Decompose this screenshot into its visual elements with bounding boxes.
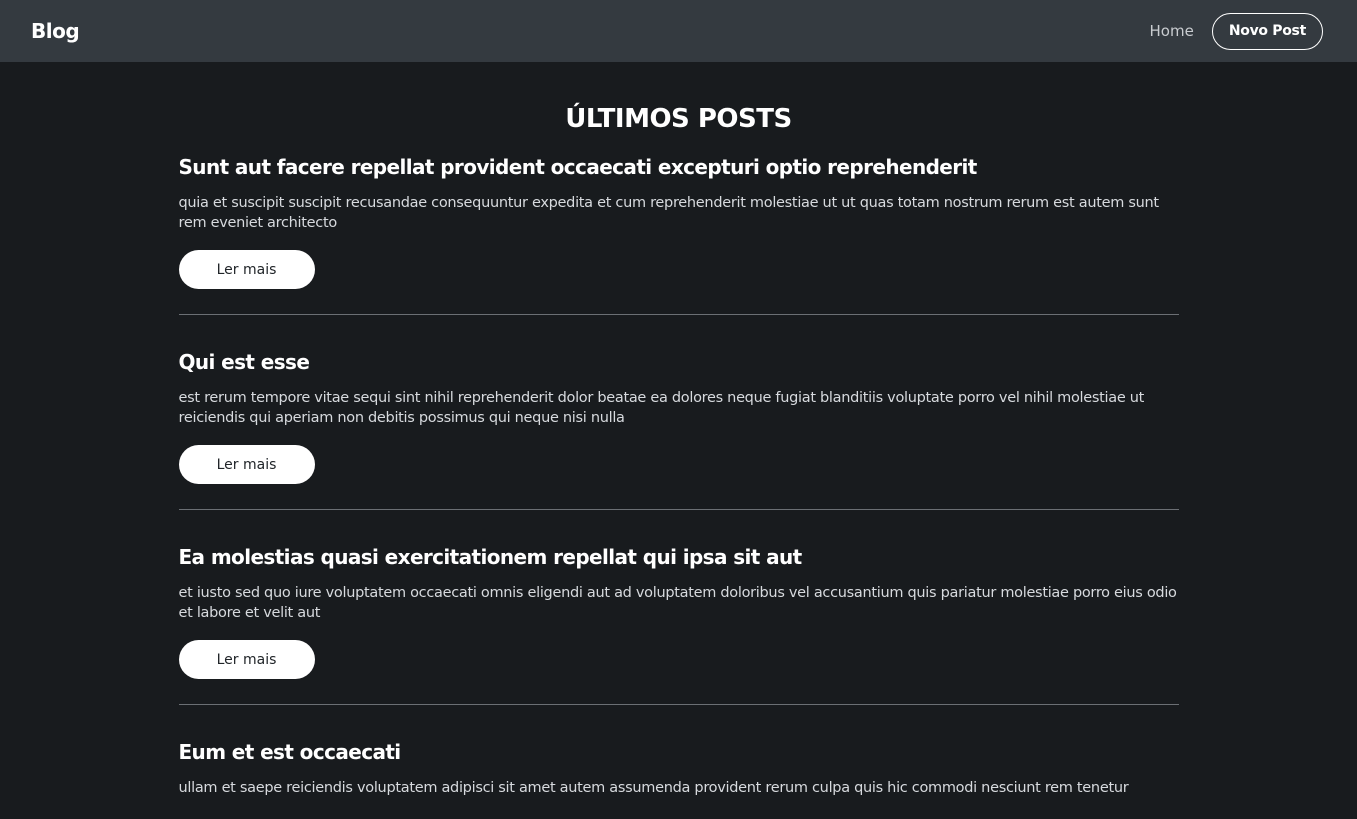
main-content: ÚLTIMOS POSTS Sunt aut facere repellat p… xyxy=(178,62,1179,819)
brand-logo[interactable]: Blog xyxy=(31,19,80,43)
post-title: Sunt aut facere repellat provident occae… xyxy=(178,155,978,179)
post-body: est rerum tempore vitae sequi sint nihil… xyxy=(178,390,1145,426)
navbar: Blog Home Novo Post xyxy=(0,0,1357,62)
post-body: ullam et saepe reiciendis voluptatem adi… xyxy=(178,780,1129,796)
nav-home-link[interactable]: Home xyxy=(1150,22,1194,40)
post-title: Eum et est occaecati xyxy=(178,740,402,764)
post-item: Ea molestias quasi exercitationem repell… xyxy=(178,510,1179,705)
post-item: Sunt aut facere repellat provident occae… xyxy=(178,135,1179,315)
read-more-button[interactable]: Ler mais xyxy=(178,640,315,679)
new-post-button[interactable]: Novo Post xyxy=(1211,12,1323,50)
post-item: Eum et est occaecati ullam et saepe reic… xyxy=(179,705,1179,819)
post-title: Qui est esse xyxy=(178,350,310,374)
read-more-button[interactable]: Ler mais xyxy=(178,250,315,289)
post-title: Ea molestias quasi exercitationem repell… xyxy=(178,545,803,569)
post-body: quia et suscipit suscipit recusandae con… xyxy=(178,195,1160,231)
post-item: Qui est esse est rerum tempore vitae seq… xyxy=(178,315,1179,510)
page-title: ÚLTIMOS POSTS xyxy=(565,104,792,134)
post-body: et iusto sed quo iure voluptatem occaeca… xyxy=(178,585,1177,621)
read-more-button[interactable]: Ler mais xyxy=(178,445,315,484)
nav-links: Home Novo Post xyxy=(1150,12,1323,50)
